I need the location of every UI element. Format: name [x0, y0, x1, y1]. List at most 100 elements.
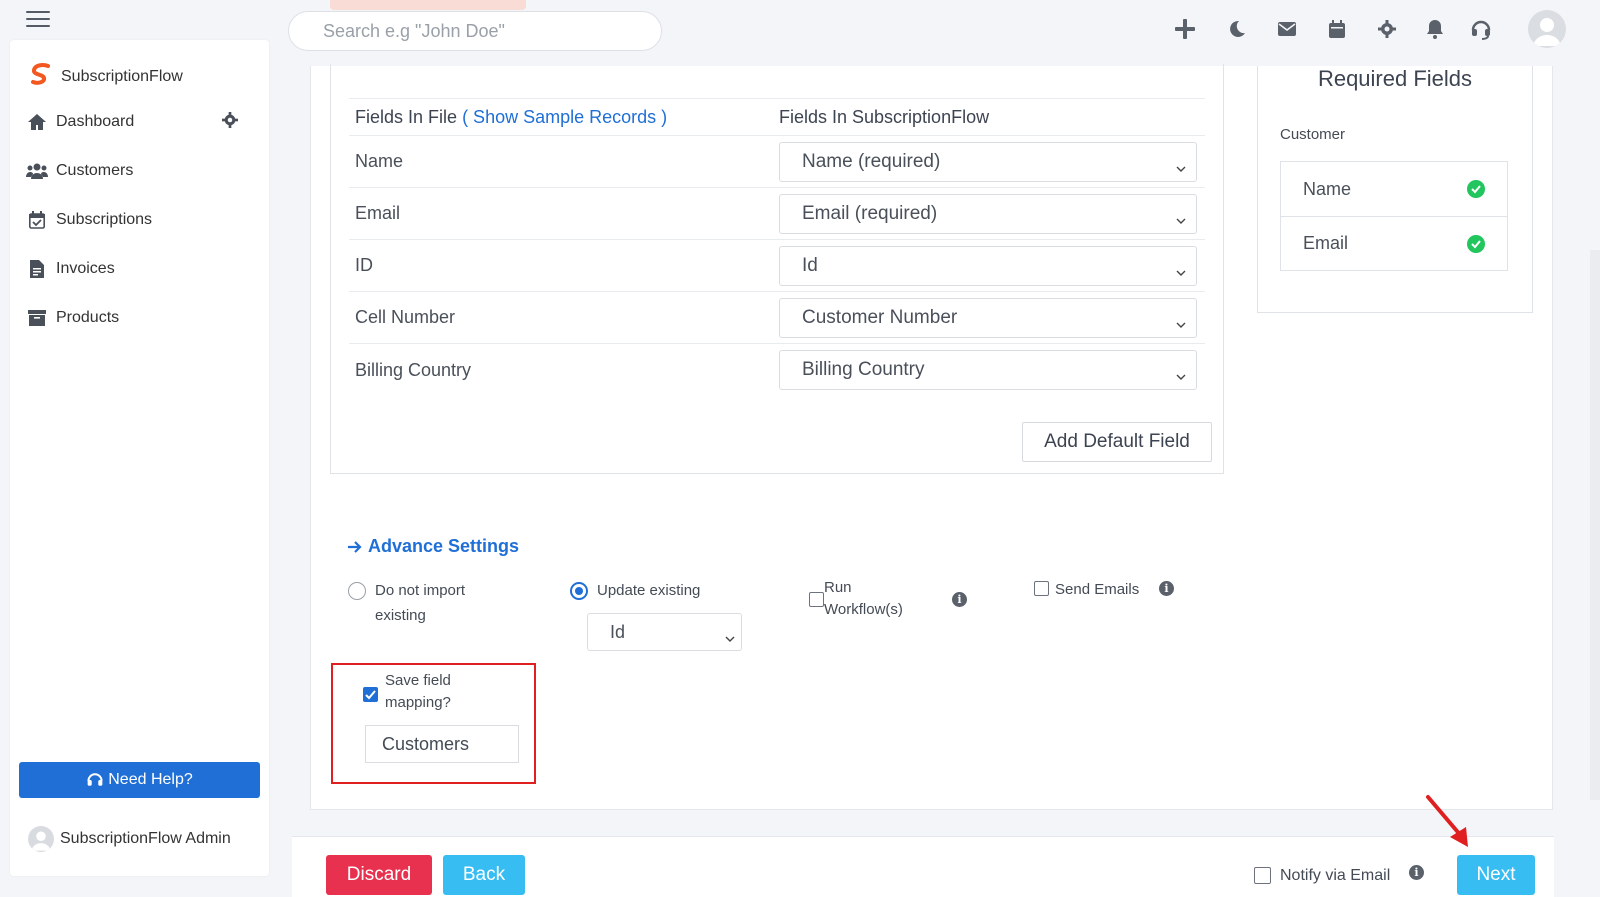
- sf-field-value: Id: [802, 254, 818, 276]
- admin-profile[interactable]: SubscriptionFlow Admin: [28, 826, 231, 852]
- update-key-value: Id: [610, 621, 626, 642]
- discard-button[interactable]: Discard: [326, 855, 432, 895]
- footer-actions: Discard Back Notify via Email i Next: [292, 836, 1554, 897]
- sidebar-item-products[interactable]: Products: [26, 308, 119, 328]
- sf-field-select[interactable]: Name (required): [779, 141, 1197, 182]
- sidebar-item-label: Customers: [56, 162, 134, 179]
- sf-field-select[interactable]: Email (required): [779, 193, 1197, 234]
- file-field-name: ID: [355, 255, 373, 275]
- sidebar-item-label: Products: [56, 309, 120, 326]
- calendar-icon[interactable]: [1322, 14, 1352, 44]
- send-emails-info-icon[interactable]: i: [1159, 581, 1174, 596]
- run-workflow-label: Run Workflow(s): [824, 579, 903, 618]
- sf-field-select[interactable]: Id: [779, 245, 1197, 286]
- headset-icon[interactable]: [1466, 14, 1496, 44]
- moon-icon[interactable]: [1222, 14, 1252, 44]
- need-help-label: Need Help?: [108, 771, 193, 788]
- sidebar-item-invoices[interactable]: Invoices: [26, 259, 115, 279]
- list-item: Name: [1281, 162, 1507, 216]
- sf-field-select[interactable]: Customer Number: [779, 297, 1197, 338]
- fields-in-sf-header: Fields In SubscriptionFlow: [779, 106, 990, 127]
- invoice-icon: [26, 259, 48, 279]
- chevron-down-icon: [1176, 261, 1186, 283]
- mail-icon[interactable]: [1272, 14, 1302, 44]
- advance-settings-toggle[interactable]: Advance Settings: [347, 536, 519, 557]
- admin-name: SubscriptionFlow Admin: [60, 830, 231, 847]
- sf-field-value: Customer Number: [802, 306, 958, 328]
- sf-field-select[interactable]: Billing Country: [779, 350, 1197, 390]
- mapping-row: ID Id: [349, 240, 1205, 292]
- sidebar-item-subscriptions[interactable]: Subscriptions: [26, 210, 152, 230]
- sf-field-value: Billing Country: [802, 359, 925, 380]
- page-scrollbar[interactable]: [1590, 250, 1600, 800]
- run-workflow-checkbox[interactable]: [809, 592, 824, 607]
- hamburger-menu-icon[interactable]: [26, 10, 50, 28]
- archive-icon: [26, 308, 48, 328]
- notify-email-checkbox[interactable]: [1254, 867, 1271, 884]
- required-fields-card: Required Fields Customer Name Email: [1257, 66, 1533, 313]
- required-module-label: Customer: [1280, 126, 1346, 143]
- sf-field-value: Email (required): [802, 202, 938, 224]
- gear-icon[interactable]: [1372, 14, 1402, 44]
- sidebar-item-label: Dashboard: [56, 113, 135, 130]
- sidebar-item-label: Subscriptions: [56, 211, 153, 228]
- dashboard-settings-gear-icon[interactable]: [222, 112, 238, 133]
- red-arrow-annotation-icon: [1424, 793, 1476, 856]
- need-help-button[interactable]: Need Help?: [19, 762, 260, 798]
- mapping-row: Name Name (required): [349, 136, 1205, 188]
- user-avatar[interactable]: [1528, 10, 1566, 48]
- brand-name: SubscriptionFlow: [61, 67, 183, 85]
- file-field-name: Name: [355, 151, 404, 171]
- file-field-name: Email: [355, 203, 401, 223]
- chevron-down-icon: [1176, 209, 1186, 231]
- save-mapping-highlight: Save field mapping?: [331, 663, 536, 784]
- chevron-down-icon: [1176, 157, 1186, 179]
- do-not-import-label: Do not import existing: [375, 582, 466, 624]
- list-item: Email: [1281, 216, 1507, 270]
- do-not-import-radio[interactable]: [348, 582, 366, 600]
- file-field-name: Billing Country: [355, 359, 472, 380]
- required-fields-list: Name Email: [1280, 161, 1508, 271]
- save-mapping-label: Save field mapping?: [385, 672, 451, 711]
- sidebar-item-dashboard[interactable]: Dashboard: [26, 112, 134, 132]
- advance-settings-label: Advance Settings: [368, 536, 520, 556]
- subscriptionflow-logo-icon: [29, 62, 53, 91]
- chevron-down-icon: [1176, 365, 1186, 387]
- notify-info-icon[interactable]: i: [1409, 865, 1424, 880]
- check-circle-icon: [1467, 235, 1485, 253]
- fields-in-file-label: Fields In File: [355, 106, 458, 127]
- mapping-row: Cell Number Customer Number: [349, 292, 1205, 344]
- field-mapping-box: Fields In File ( Show Sample Records ) F…: [330, 64, 1224, 474]
- plus-icon[interactable]: [1170, 14, 1200, 44]
- check-icon: [365, 690, 376, 700]
- file-field-name: Cell Number: [355, 307, 456, 327]
- sidebar-item-customers[interactable]: Customers: [26, 161, 133, 181]
- add-default-field-button[interactable]: Add Default Field: [1022, 422, 1212, 462]
- update-existing-radio[interactable]: [570, 582, 588, 600]
- send-emails-label: Send Emails: [1055, 581, 1140, 598]
- mapping-row: Billing Country Billing Country: [349, 344, 1205, 396]
- mapping-header: Fields In File ( Show Sample Records ) F…: [349, 98, 1205, 136]
- fields-in-file-header: Fields In File ( Show Sample Records ): [349, 107, 779, 128]
- chevron-down-icon: [725, 627, 735, 648]
- run-workflow-info-icon[interactable]: i: [952, 592, 967, 607]
- sidebar-item-label: Invoices: [56, 260, 115, 277]
- calendar-check-icon: [26, 210, 48, 230]
- home-icon: [26, 112, 48, 132]
- arrow-right-icon: [347, 540, 363, 554]
- users-icon: [26, 161, 48, 181]
- save-mapping-checkbox[interactable]: [363, 687, 378, 702]
- required-field-name: Email: [1303, 233, 1349, 253]
- update-key-select[interactable]: Id: [587, 613, 742, 651]
- search-input[interactable]: [288, 11, 662, 51]
- bell-icon[interactable]: [1420, 14, 1450, 44]
- headset-icon: [86, 771, 104, 789]
- mapping-name-input[interactable]: [365, 725, 519, 763]
- back-button[interactable]: Back: [443, 855, 525, 895]
- chevron-down-icon: [1176, 313, 1186, 335]
- brand[interactable]: SubscriptionFlow: [29, 62, 183, 91]
- send-emails-checkbox[interactable]: [1034, 581, 1049, 596]
- show-sample-records-link[interactable]: ( Show Sample Records ): [462, 107, 667, 127]
- next-button[interactable]: Next: [1457, 855, 1535, 895]
- tab-indicator: [330, 0, 526, 10]
